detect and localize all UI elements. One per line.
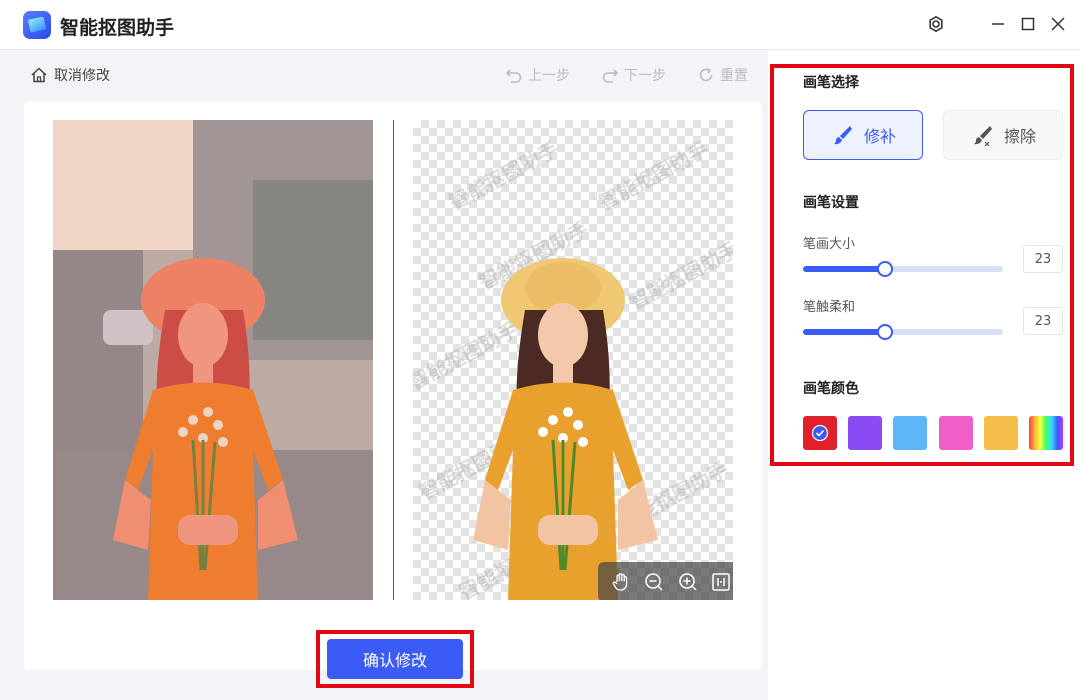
brush-erase-label: 擦除 (1003, 127, 1036, 146)
reset-label: 重置 (720, 68, 748, 84)
editor-area: 取消修改 上一步 下一步 重置 智能抠图助手 智能抠图助手 智能抠图助手 智能抠… (0, 50, 768, 700)
brush-size-slider[interactable] (803, 261, 1003, 277)
color-swatch[interactable] (939, 416, 973, 450)
undo-label: 上一步 (528, 68, 570, 84)
color-swatch[interactable] (893, 416, 927, 450)
color-swatch-custom[interactable] (1029, 416, 1063, 450)
color-swatch[interactable] (984, 416, 1018, 450)
brush-settings-panel: 画笔选择 修补 擦除 画笔设置 笔画大小 23 笔触柔和 23 画笔颜色 (768, 50, 1080, 700)
brush-size-label: 笔画大小 (803, 237, 856, 252)
original-photo-with-mask[interactable] (53, 120, 373, 600)
brush-repair-label: 修补 (863, 127, 896, 146)
view-tools-bar (598, 562, 733, 600)
home-icon (31, 67, 47, 83)
brush-repair-button[interactable]: 修补 (803, 110, 923, 160)
color-swatch[interactable] (848, 416, 882, 450)
title-bar: 智能抠图助手 (0, 0, 1080, 50)
confirm-highlight: 确认修改 (316, 630, 474, 688)
zoom-out-icon[interactable] (642, 570, 666, 594)
redo-label: 下一步 (624, 68, 666, 84)
redo-icon (602, 69, 619, 83)
fit-screen-icon[interactable] (709, 570, 733, 594)
app-logo-icon (23, 11, 51, 39)
brush-softness-thumb[interactable] (877, 324, 893, 340)
settings-gear-icon[interactable] (924, 12, 948, 36)
canvas-card: 智能抠图助手 智能抠图助手 智能抠图助手 智能抠图助手 智能抠图助手 智能抠图助… (24, 102, 762, 670)
editor-toolbar: 取消修改 上一步 下一步 重置 (0, 50, 768, 100)
brush-color-title: 画笔颜色 (803, 381, 859, 397)
redo-button[interactable]: 下一步 (601, 65, 666, 85)
compare-divider[interactable] (393, 120, 394, 600)
check-circle-icon (811, 424, 829, 442)
undo-button[interactable]: 上一步 (505, 65, 570, 85)
cutout-subject-illustration (473, 258, 658, 600)
brush-softness-fill (803, 329, 885, 335)
hand-pan-icon[interactable] (609, 570, 633, 594)
brush-softness-value[interactable]: 23 (1023, 307, 1063, 335)
minimize-button[interactable] (986, 12, 1010, 36)
brush-softness-slider[interactable] (803, 324, 1003, 340)
zoom-in-icon[interactable] (676, 570, 700, 594)
brush-settings-title: 画笔设置 (803, 195, 859, 211)
undo-icon (505, 69, 522, 83)
brush-icon (833, 126, 852, 145)
cutout-result-canvas[interactable]: 智能抠图助手 智能抠图助手 智能抠图助手 智能抠图助手 智能抠图助手 智能抠图助… (413, 120, 733, 600)
brush-erase-button[interactable]: 擦除 (943, 110, 1063, 160)
close-button[interactable] (1046, 12, 1070, 36)
brush-size-fill (803, 266, 885, 272)
reset-button[interactable]: 重置 (697, 65, 748, 85)
eraser-brush-icon (973, 126, 992, 147)
color-swatch[interactable] (801, 414, 839, 452)
confirm-edit-button[interactable]: 确认修改 (327, 639, 463, 679)
cancel-edit-button[interactable]: 取消修改 (30, 65, 110, 85)
brush-size-value[interactable]: 23 (1023, 245, 1063, 273)
brush-select-title: 画笔选择 (803, 75, 859, 91)
reset-icon (699, 67, 713, 82)
brush-size-thumb[interactable] (877, 261, 893, 277)
brush-softness-label: 笔触柔和 (803, 300, 856, 315)
cancel-edit-label: 取消修改 (54, 68, 110, 84)
original-photo-illustration (53, 120, 373, 600)
app-title: 智能抠图助手 (60, 17, 175, 39)
maximize-button[interactable] (1016, 12, 1040, 36)
